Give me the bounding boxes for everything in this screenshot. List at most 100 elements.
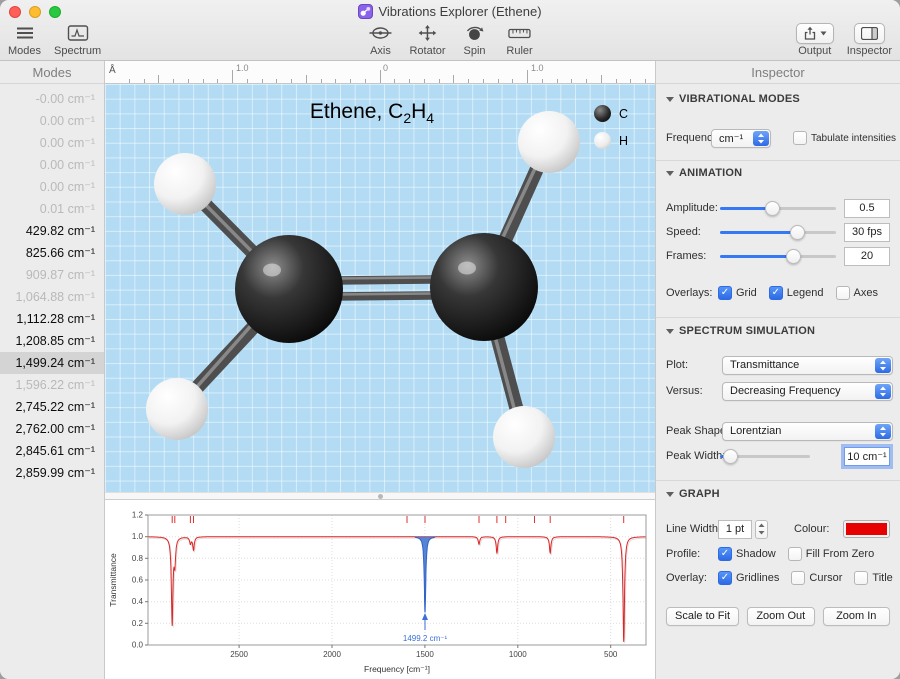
line-width-stepper[interactable]: [755, 520, 768, 539]
slider-knob[interactable]: [765, 201, 780, 216]
plot-popup[interactable]: Transmittance: [722, 356, 893, 375]
mode-frequency-label: 1,112.28 cm⁻¹: [16, 312, 95, 326]
checkbox-axes[interactable]: Axes: [836, 286, 878, 300]
pane-splitter[interactable]: [105, 492, 655, 500]
checkbox-cursor[interactable]: Cursor: [791, 571, 842, 585]
toolbar-rotator-button[interactable]: Rotator: [409, 22, 445, 57]
mode-list-item[interactable]: 2,745.22 cm⁻¹: [0, 396, 104, 418]
disclosure-triangle-icon: [666, 492, 674, 497]
mode-list-item[interactable]: 1,112.28 cm⁻¹: [0, 308, 104, 330]
svg-text:2500: 2500: [230, 650, 248, 659]
ruler: Å 1.001.0: [105, 61, 655, 84]
toolbar-spin-button[interactable]: Spin: [459, 22, 491, 57]
spectrum-plot[interactable]: 25002000150010005000.00.20.40.60.81.01.2…: [105, 500, 655, 679]
checkbox-grid[interactable]: ✓Grid: [718, 286, 757, 300]
zoom-in-button[interactable]: Zoom In: [823, 607, 890, 626]
mode-list-item[interactable]: -0.00 cm⁻¹: [0, 88, 104, 110]
mode-list-item[interactable]: 1,596.22 cm⁻¹: [0, 374, 104, 396]
mode-frequency-label: 825.66 cm⁻¹: [26, 246, 95, 260]
toolbar-spectrum-button[interactable]: Spectrum: [54, 22, 101, 57]
frames-slider[interactable]: [720, 249, 836, 264]
zoom-out-button[interactable]: Zoom Out: [747, 607, 814, 626]
mode-frequency-label: 0.00 cm⁻¹: [40, 136, 95, 150]
ruler-tick: [630, 79, 631, 84]
line-width-field[interactable]: 1 pt: [718, 520, 752, 539]
section-spectrum-simulation[interactable]: SPECTRUM SIMULATION: [666, 324, 815, 338]
svg-text:0.6: 0.6: [132, 576, 144, 585]
mode-list-item[interactable]: 2,859.99 cm⁻¹: [0, 462, 104, 484]
peak-width-slider[interactable]: [720, 449, 810, 464]
mode-list-item[interactable]: 0.00 cm⁻¹: [0, 176, 104, 198]
speed-slider[interactable]: [720, 225, 836, 240]
ruler-tick: [276, 79, 277, 84]
window-chrome: Vibrations Explorer (Ethene) Modes Spect…: [0, 0, 900, 61]
window-title-row: Vibrations Explorer (Ethene): [0, 3, 900, 20]
ruler-tick: [158, 75, 159, 83]
toolbar-output-button[interactable]: Output: [796, 22, 834, 57]
peak-width-field[interactable]: 10 cm⁻¹: [844, 447, 890, 466]
ruler-tick: [188, 79, 189, 84]
share-output-icon: [796, 23, 834, 44]
mode-frequency-label: 2,745.22 cm⁻¹: [15, 400, 95, 414]
toolbar-ruler-button[interactable]: Ruler: [504, 22, 536, 57]
checkbox-tabulate-intensities[interactable]: Tabulate intensities: [793, 131, 896, 145]
section-vibrational-modes[interactable]: VIBRATIONAL MODES: [666, 92, 800, 106]
slider-knob[interactable]: [786, 249, 801, 264]
mode-list-item[interactable]: 1,499.24 cm⁻¹: [0, 352, 104, 374]
mode-list-item[interactable]: 0.01 cm⁻¹: [0, 198, 104, 220]
section-graph[interactable]: GRAPH: [666, 487, 720, 501]
y-axis-title: Transmittance: [108, 553, 118, 607]
slider-knob[interactable]: [723, 449, 738, 464]
mode-list-item[interactable]: 825.66 cm⁻¹: [0, 242, 104, 264]
molecule-viewer[interactable]: Ethene, C2H4 C H: [105, 84, 655, 492]
toolbar-inspector-button[interactable]: Inspector: [847, 22, 892, 57]
mode-list-item[interactable]: 909.87 cm⁻¹: [0, 264, 104, 286]
versus-row: Versus: Decreasing Frequency: [656, 380, 900, 402]
mode-list-item[interactable]: 0.00 cm⁻¹: [0, 110, 104, 132]
ruler-mark-label: 0: [383, 63, 388, 73]
peak-shape-popup[interactable]: Lorentzian: [722, 422, 893, 441]
checkbox-title[interactable]: Title: [854, 571, 892, 585]
modes-list: -0.00 cm⁻¹0.00 cm⁻¹0.00 cm⁻¹0.00 cm⁻¹0.0…: [0, 88, 104, 484]
disclosure-triangle-icon: [666, 329, 674, 334]
hydrogen-atom: [493, 406, 555, 468]
frequency-unit-popup[interactable]: cm⁻¹: [711, 129, 771, 148]
frequency-row: Frequency: cm⁻¹ Tabulate intensities: [656, 127, 900, 149]
section-animation[interactable]: ANIMATION: [666, 166, 742, 180]
slider-knob[interactable]: [790, 225, 805, 240]
frames-value-field[interactable]: 20: [844, 247, 890, 266]
mode-list-item[interactable]: 2,762.00 cm⁻¹: [0, 418, 104, 440]
mode-list-item[interactable]: 0.00 cm⁻¹: [0, 132, 104, 154]
checkbox-shadow[interactable]: ✓Shadow: [718, 547, 776, 561]
peak-width-row: Peak Width: 10 cm⁻¹: [656, 445, 900, 467]
ruler-tick: [527, 70, 528, 83]
ruler-tick: [616, 79, 617, 84]
disclosure-triangle-icon: [666, 97, 674, 102]
colour-well[interactable]: [843, 520, 890, 538]
mode-list-item[interactable]: 1,208.85 cm⁻¹: [0, 330, 104, 352]
mode-frequency-label: 909.87 cm⁻¹: [26, 268, 95, 282]
checkbox-gridlines[interactable]: ✓Gridlines: [718, 571, 779, 585]
section-divider: [656, 160, 900, 161]
scale-to-fit-button[interactable]: Scale to Fit: [666, 607, 739, 626]
mode-list-item[interactable]: 1,064.88 cm⁻¹: [0, 286, 104, 308]
mode-list-item[interactable]: 429.82 cm⁻¹: [0, 220, 104, 242]
mode-list-item[interactable]: 0.00 cm⁻¹: [0, 154, 104, 176]
mode-list-item[interactable]: 2,845.61 cm⁻¹: [0, 440, 104, 462]
axis-icon: [368, 22, 392, 44]
checkbox-legend[interactable]: ✓Legend: [769, 286, 824, 300]
speed-value-field[interactable]: 30 fps: [844, 223, 890, 242]
svg-text:0.8: 0.8: [132, 554, 144, 563]
amplitude-slider[interactable]: [720, 201, 836, 216]
ruler-tick: [321, 79, 322, 84]
amplitude-value-field[interactable]: 0.5: [844, 199, 890, 218]
svg-text:1.0: 1.0: [132, 532, 144, 541]
checkbox-fill-from-zero[interactable]: Fill From Zero: [788, 547, 874, 561]
toolbar-modes-button[interactable]: Modes: [8, 22, 41, 57]
ruler-tick: [247, 79, 248, 84]
toolbar-axis-button[interactable]: Axis: [364, 22, 396, 57]
versus-popup[interactable]: Decreasing Frequency: [722, 382, 893, 401]
molecule-graphic: [105, 84, 655, 492]
line-width-row: Line Width: 1 pt Colour:: [656, 518, 900, 540]
carbon-atom: [430, 233, 538, 341]
